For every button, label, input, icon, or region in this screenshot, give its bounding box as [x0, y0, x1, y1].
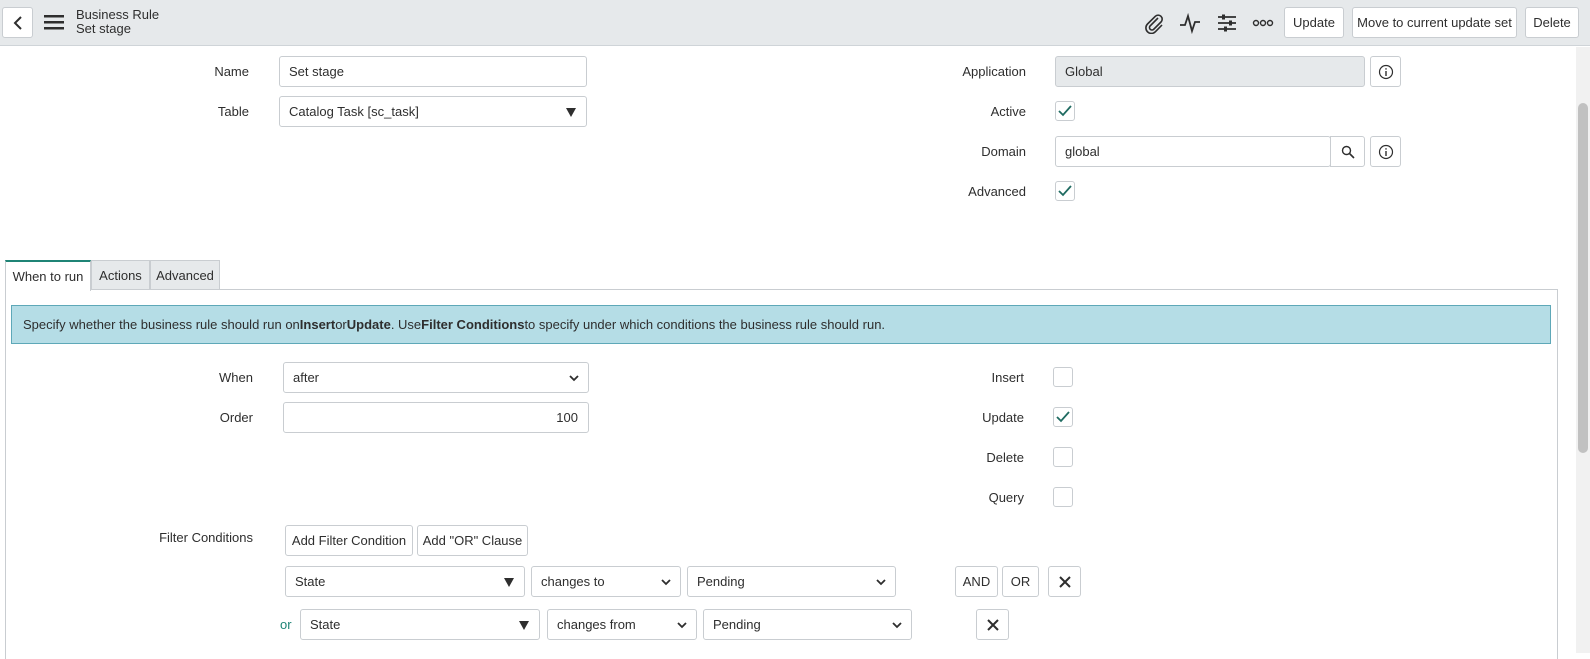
remove-condition-button[interactable]	[976, 609, 1009, 640]
when-select-value: after	[293, 370, 320, 385]
condition-operator-select[interactable]: changes from	[547, 609, 697, 640]
activity-icon	[1180, 12, 1200, 34]
delete-label: Delete	[986, 450, 1024, 465]
update-label: Update	[982, 410, 1024, 425]
info-banner: Specify whether the business rule should…	[11, 305, 1551, 344]
condition-value-select[interactable]: Pending	[703, 609, 912, 640]
when-label: When	[219, 370, 253, 385]
dropdown-arrow-icon	[504, 578, 514, 587]
or-prefix-label: or	[280, 617, 292, 632]
chevron-down-icon	[876, 579, 886, 586]
scrollbar-thumb[interactable]	[1578, 103, 1588, 453]
chevron-down-icon	[569, 375, 579, 382]
order-label: Order	[219, 410, 253, 425]
record-name-title: Set stage	[76, 21, 131, 36]
tab-when-to-run[interactable]: When to run	[5, 260, 91, 291]
chevron-down-icon	[892, 622, 902, 629]
when-select[interactable]: after	[283, 362, 589, 393]
filter-conditions-label: Filter Conditions	[159, 530, 253, 545]
table-select-value: Catalog Task [sc_task]	[289, 104, 419, 119]
or-button[interactable]: OR	[1002, 566, 1039, 597]
tab-actions[interactable]: Actions	[91, 260, 150, 290]
order-value: 100	[556, 410, 578, 425]
paperclip-icon	[1145, 14, 1163, 34]
hamburger-icon	[44, 15, 64, 30]
advanced-checkbox[interactable]	[1055, 181, 1075, 201]
domain-field[interactable]: global	[1055, 136, 1331, 167]
table-label: Table	[217, 104, 249, 119]
query-checkbox[interactable]	[1053, 487, 1073, 507]
chevron-down-icon	[661, 579, 671, 586]
condition-field-value: State	[310, 617, 341, 632]
table-select[interactable]: Catalog Task [sc_task]	[279, 96, 587, 127]
application-label: Application	[962, 64, 1026, 79]
dropdown-arrow-icon	[519, 621, 529, 630]
checkmark-icon	[1056, 411, 1070, 423]
condition-field-select[interactable]: State	[285, 566, 525, 597]
personalize-button[interactable]	[1215, 11, 1239, 35]
condition-field-value: State	[295, 574, 326, 589]
move-to-update-set-button[interactable]: Move to current update set	[1352, 7, 1517, 38]
application-field: Global	[1055, 56, 1365, 87]
tab-panel	[5, 289, 1558, 659]
domain-info-button[interactable]	[1370, 136, 1401, 167]
info-icon	[1378, 64, 1393, 79]
chevron-down-icon	[677, 622, 687, 629]
update-button[interactable]: Update	[1284, 7, 1344, 38]
active-checkbox[interactable]	[1055, 101, 1075, 121]
domain-lookup-button[interactable]	[1330, 136, 1365, 167]
dropdown-arrow-icon	[566, 108, 576, 117]
record-type-title: Business Rule	[76, 7, 160, 22]
more-options-button[interactable]	[1251, 11, 1275, 35]
close-icon	[1058, 575, 1071, 588]
search-icon	[1341, 145, 1355, 159]
delete-checkbox[interactable]	[1053, 447, 1073, 467]
add-filter-condition-button[interactable]: Add Filter Condition	[285, 525, 413, 556]
condition-field-select[interactable]: State	[300, 609, 540, 640]
name-label: Name	[214, 64, 249, 79]
delete-button[interactable]: Delete	[1525, 7, 1579, 38]
info-icon	[1378, 144, 1393, 159]
add-or-clause-button[interactable]: Add "OR" Clause	[417, 525, 528, 556]
condition-value-select[interactable]: Pending	[687, 566, 896, 597]
query-label: Query	[988, 490, 1024, 505]
insert-checkbox[interactable]	[1053, 367, 1073, 387]
condition-operator-value: changes to	[541, 574, 605, 589]
chevron-left-icon	[13, 15, 22, 30]
form-header: Business Rule Set stage Update Move to c…	[0, 0, 1590, 46]
activity-button[interactable]	[1178, 11, 1202, 35]
insert-label: Insert	[991, 370, 1024, 385]
active-label: Active	[990, 104, 1026, 119]
and-button[interactable]: AND	[955, 566, 998, 597]
attachment-button[interactable]	[1142, 11, 1166, 35]
advanced-label: Advanced	[968, 184, 1026, 199]
condition-operator-select[interactable]: changes to	[531, 566, 681, 597]
remove-condition-button[interactable]	[1048, 566, 1081, 597]
close-icon	[986, 618, 999, 631]
domain-label: Domain	[981, 144, 1026, 159]
menu-button[interactable]	[43, 11, 65, 33]
checkmark-icon	[1058, 105, 1072, 117]
checkmark-icon	[1058, 185, 1072, 197]
back-button[interactable]	[2, 7, 33, 38]
condition-value: Pending	[713, 617, 761, 632]
order-field[interactable]: 100	[283, 402, 589, 433]
more-icon	[1252, 19, 1274, 27]
name-field[interactable]: Set stage	[279, 56, 587, 87]
condition-operator-value: changes from	[557, 617, 636, 632]
tab-advanced[interactable]: Advanced	[150, 260, 220, 290]
update-checkbox[interactable]	[1053, 407, 1073, 427]
sliders-icon	[1218, 14, 1236, 32]
condition-value: Pending	[697, 574, 745, 589]
application-info-button[interactable]	[1370, 56, 1401, 87]
